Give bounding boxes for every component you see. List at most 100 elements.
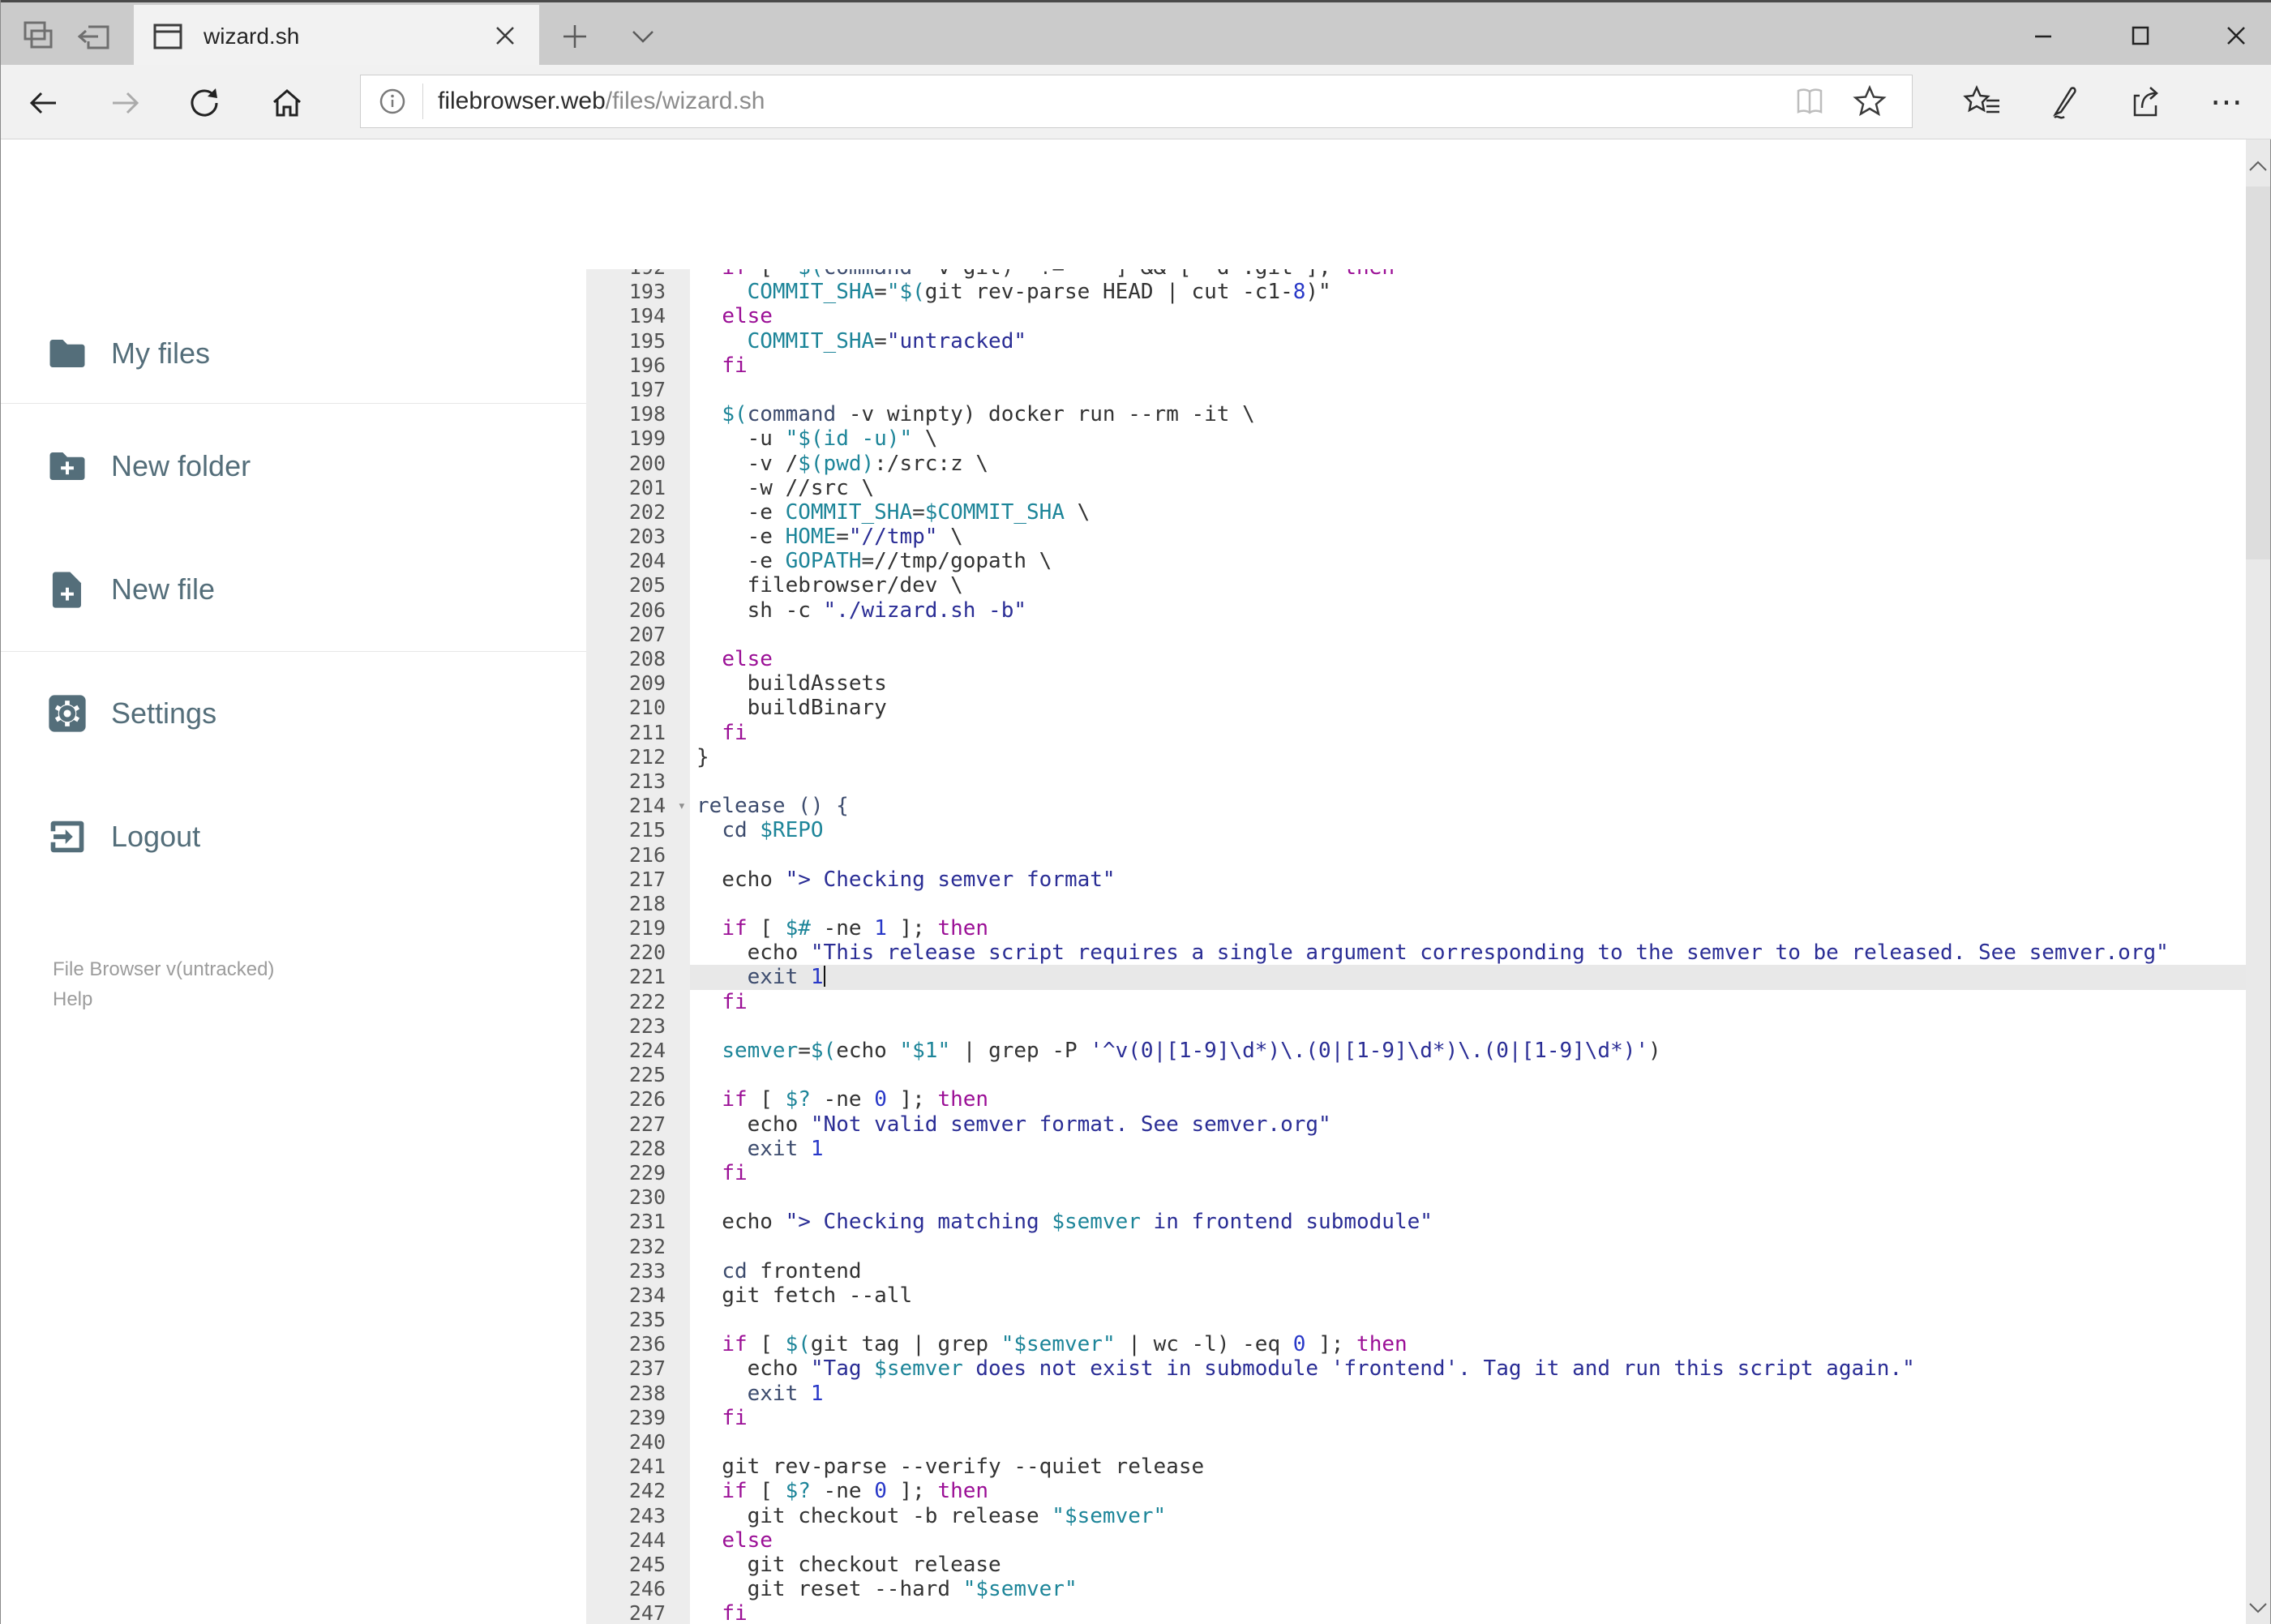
- code-line-text[interactable]: [690, 623, 2246, 647]
- code-line-text[interactable]: [690, 892, 2246, 916]
- annotate-pen-icon[interactable]: [2043, 81, 2085, 123]
- code-line-text[interactable]: buildBinary: [690, 696, 2246, 720]
- line-number[interactable]: 202: [586, 500, 690, 525]
- code-line-text[interactable]: [690, 1430, 2246, 1455]
- code-line-text[interactable]: git fetch --all: [690, 1283, 2246, 1308]
- browser-tab[interactable]: wizard.sh: [134, 5, 539, 67]
- line-number[interactable]: 243: [586, 1504, 690, 1528]
- code-line-text[interactable]: git checkout -b release "$semver": [690, 1504, 2246, 1528]
- back-icon[interactable]: [25, 84, 62, 122]
- reading-view-icon[interactable]: [1792, 84, 1828, 119]
- code-line-text[interactable]: else: [690, 304, 2246, 328]
- line-number[interactable]: 222: [586, 990, 690, 1014]
- window-maximize-button[interactable]: [2123, 19, 2158, 51]
- code-editor[interactable]: 192 if [ "$(command -v git)" != "" ] && …: [586, 269, 2246, 1624]
- code-line-text[interactable]: }: [690, 745, 2246, 769]
- line-number[interactable]: 211: [586, 721, 690, 745]
- line-number[interactable]: 213: [586, 769, 690, 794]
- line-number[interactable]: 231: [586, 1210, 690, 1234]
- code-line-text[interactable]: -e GOPATH=//tmp/gopath \: [690, 549, 2246, 573]
- line-number[interactable]: 199: [586, 426, 690, 451]
- url-text[interactable]: filebrowser.web/files/wizard.sh: [438, 88, 765, 115]
- tab-list-chevron-icon[interactable]: [627, 25, 659, 49]
- code-line-text[interactable]: COMMIT_SHA="untracked": [690, 329, 2246, 354]
- line-number[interactable]: 192: [586, 269, 690, 280]
- code-line-text[interactable]: fi: [690, 1601, 2246, 1624]
- code-line-text[interactable]: echo "Not valid semver format. See semve…: [690, 1112, 2246, 1137]
- line-number[interactable]: 195: [586, 329, 690, 354]
- code-line-text[interactable]: fi: [690, 1161, 2246, 1185]
- code-line-text[interactable]: echo "This release script requires a sin…: [690, 941, 2246, 965]
- page-scrollbar[interactable]: [2246, 139, 2270, 1624]
- code-line-text[interactable]: release () {: [690, 794, 2246, 818]
- tab-close-icon[interactable]: [489, 19, 521, 52]
- code-line-text[interactable]: -e COMMIT_SHA=$COMMIT_SHA \: [690, 500, 2246, 525]
- sidebar-item-logout[interactable]: Logout: [1, 798, 586, 876]
- window-close-button[interactable]: [2218, 19, 2254, 51]
- site-info-icon[interactable]: [379, 88, 406, 115]
- line-number[interactable]: 234: [586, 1283, 690, 1308]
- code-line-text[interactable]: exit 1: [690, 1382, 2246, 1406]
- line-number[interactable]: 217: [586, 868, 690, 892]
- line-number[interactable]: 198: [586, 402, 690, 426]
- code-line-text[interactable]: [690, 1014, 2246, 1039]
- code-line-text[interactable]: else: [690, 1528, 2246, 1553]
- code-line-text[interactable]: [690, 1308, 2246, 1332]
- line-number[interactable]: 209: [586, 671, 690, 696]
- line-number[interactable]: 226: [586, 1087, 690, 1112]
- line-number[interactable]: 210: [586, 696, 690, 720]
- line-number[interactable]: 230: [586, 1185, 690, 1210]
- window-minimize-button[interactable]: [2025, 19, 2061, 51]
- code-line-text[interactable]: else: [690, 647, 2246, 671]
- code-line-text[interactable]: fi: [690, 1406, 2246, 1430]
- new-tab-icon[interactable]: [559, 20, 591, 53]
- line-number[interactable]: 219: [586, 916, 690, 941]
- line-number[interactable]: 196: [586, 354, 690, 378]
- line-number[interactable]: 193: [586, 280, 690, 304]
- line-number[interactable]: 246: [586, 1577, 690, 1601]
- line-number[interactable]: 214 ▾: [586, 794, 690, 818]
- line-number[interactable]: 228: [586, 1137, 690, 1161]
- code-line-text[interactable]: if [ $# -ne 1 ]; then: [690, 916, 2246, 941]
- code-line-text[interactable]: echo "> Checking semver format": [690, 868, 2246, 892]
- line-number[interactable]: 232: [586, 1235, 690, 1259]
- code-line-text[interactable]: filebrowser/dev \: [690, 573, 2246, 598]
- home-icon[interactable]: [268, 84, 306, 122]
- line-number[interactable]: 223: [586, 1014, 690, 1039]
- line-number[interactable]: 239: [586, 1406, 690, 1430]
- code-line-text[interactable]: echo "> Checking matching $semver in fro…: [690, 1210, 2246, 1234]
- fold-marker-icon[interactable]: ▾: [678, 794, 686, 818]
- line-number[interactable]: 245: [586, 1553, 690, 1577]
- code-line-text[interactable]: exit 1: [690, 965, 2246, 990]
- code-line-text[interactable]: [690, 1235, 2246, 1259]
- code-line-text[interactable]: [690, 769, 2246, 794]
- code-line-text[interactable]: echo "Tag $semver does not exist in subm…: [690, 1356, 2246, 1381]
- forward-icon[interactable]: [106, 84, 144, 122]
- line-number[interactable]: 197: [586, 378, 690, 402]
- code-line-text[interactable]: fi: [690, 354, 2246, 378]
- line-number[interactable]: 238: [586, 1382, 690, 1406]
- line-number[interactable]: 208: [586, 647, 690, 671]
- line-number[interactable]: 221: [586, 965, 690, 989]
- code-line-text[interactable]: [690, 1063, 2246, 1087]
- code-line-text[interactable]: fi: [690, 721, 2246, 745]
- code-line-text[interactable]: [690, 1185, 2246, 1210]
- code-line-text[interactable]: [690, 378, 2246, 402]
- code-line-text[interactable]: git rev-parse --verify --quiet release: [690, 1455, 2246, 1479]
- line-number[interactable]: 236: [586, 1332, 690, 1356]
- line-number[interactable]: 205: [586, 573, 690, 598]
- line-number[interactable]: 240: [586, 1430, 690, 1455]
- code-line-text[interactable]: cd frontend: [690, 1259, 2246, 1283]
- code-line-text[interactable]: git reset --hard "$semver": [690, 1577, 2246, 1601]
- line-number[interactable]: 242: [586, 1479, 690, 1503]
- code-line-text[interactable]: git checkout release: [690, 1553, 2246, 1577]
- more-actions-icon[interactable]: ⋯: [2205, 81, 2247, 123]
- code-line-text[interactable]: if [ "$(command -v git)" != "" ] && [ -d…: [690, 269, 2246, 280]
- code-line-text[interactable]: [690, 843, 2246, 868]
- line-number[interactable]: 206: [586, 598, 690, 623]
- share-icon[interactable]: [2124, 81, 2166, 123]
- line-number[interactable]: 224: [586, 1039, 690, 1063]
- code-line-text[interactable]: cd $REPO: [690, 818, 2246, 842]
- line-number[interactable]: 207: [586, 623, 690, 647]
- refresh-icon[interactable]: [186, 84, 223, 122]
